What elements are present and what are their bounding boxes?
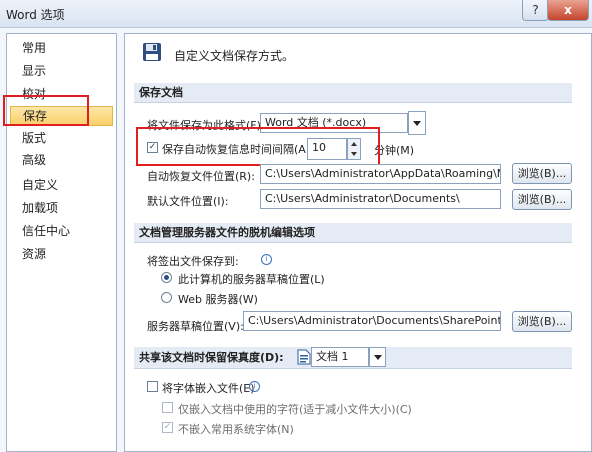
browse-default-button[interactable]: 浏览(B)... [512, 189, 572, 210]
browse-drafts-button[interactable]: 浏览(B)... [512, 311, 572, 332]
close-button[interactable]: x [547, 0, 589, 21]
section-header-save: 保存文档 [134, 83, 572, 103]
sidebar-item-layout[interactable]: 版式 [10, 128, 113, 148]
radio-server-drafts[interactable] [161, 272, 172, 283]
drafts-location-input[interactable]: C:\Users\Administrator\Documents\SharePo… [243, 311, 501, 331]
autorecover-location-input[interactable]: C:\Users\Administrator\AppData\Roaming\M… [260, 164, 501, 184]
sidebar-item-common[interactable]: 常用 [10, 38, 113, 58]
sidebar-item-trust-center[interactable]: 信任中心 [10, 221, 113, 241]
embed-fonts-label: 将字体嵌入文件(E) [162, 382, 255, 395]
fidelity-document-select[interactable]: 文档 1 [311, 347, 369, 367]
sidebar-item-addins[interactable]: 加载项 [10, 198, 113, 218]
sidebar-highlight-box [3, 95, 89, 126]
autorecover-location-label: 自动恢复文件位置(R): [147, 170, 255, 183]
sidebar-item-resources[interactable]: 资源 [10, 244, 113, 264]
radio-web-server[interactable] [161, 292, 172, 303]
radio-web-server-label: Web 服务器(W) [178, 293, 258, 306]
default-location-input[interactable]: C:\Users\Administrator\Documents\ [260, 189, 501, 209]
title-bar [0, 0, 592, 28]
sidebar-item-display[interactable]: 显示 [10, 61, 113, 81]
help-button[interactable]: ? [522, 0, 549, 21]
info-icon: i [261, 254, 272, 265]
info-icon: i [249, 381, 260, 392]
no-common-fonts-checkbox[interactable]: ✓ [162, 422, 173, 433]
drafts-location-label: 服务器草稿位置(V): [147, 320, 244, 333]
radio-server-drafts-label: 此计算机的服务器草稿位置(L) [178, 273, 325, 286]
document-icon [297, 349, 311, 365]
minutes-label: 分钟(M) [374, 144, 415, 157]
window-title: Word 选项 [6, 8, 65, 22]
sidebar-item-customize[interactable]: 自定义 [10, 175, 113, 195]
embed-fonts-checkbox[interactable] [147, 381, 158, 392]
browse-autorecover-button[interactable]: 浏览(B)... [512, 163, 572, 184]
page-description: 自定义文档保存方式。 [174, 49, 295, 63]
floppy-disk-icon [143, 43, 161, 61]
chevron-down-icon[interactable] [408, 111, 426, 135]
autorecover-highlight-box [136, 127, 380, 166]
embed-used-chars-label: 仅嵌入文档中使用的字符(适于减小文件大小)(C) [178, 403, 412, 416]
checkout-label: 将签出文件保存到: [147, 255, 239, 268]
sidebar-item-advanced[interactable]: 高级 [10, 150, 113, 170]
section-header-offline: 文档管理服务器文件的脱机编辑选项 [134, 223, 572, 243]
embed-used-chars-checkbox[interactable] [162, 402, 173, 413]
no-common-fonts-label: 不嵌入常用系统字体(N) [178, 423, 294, 436]
default-location-label: 默认文件位置(I): [147, 195, 229, 208]
chevron-down-icon[interactable] [369, 347, 386, 367]
